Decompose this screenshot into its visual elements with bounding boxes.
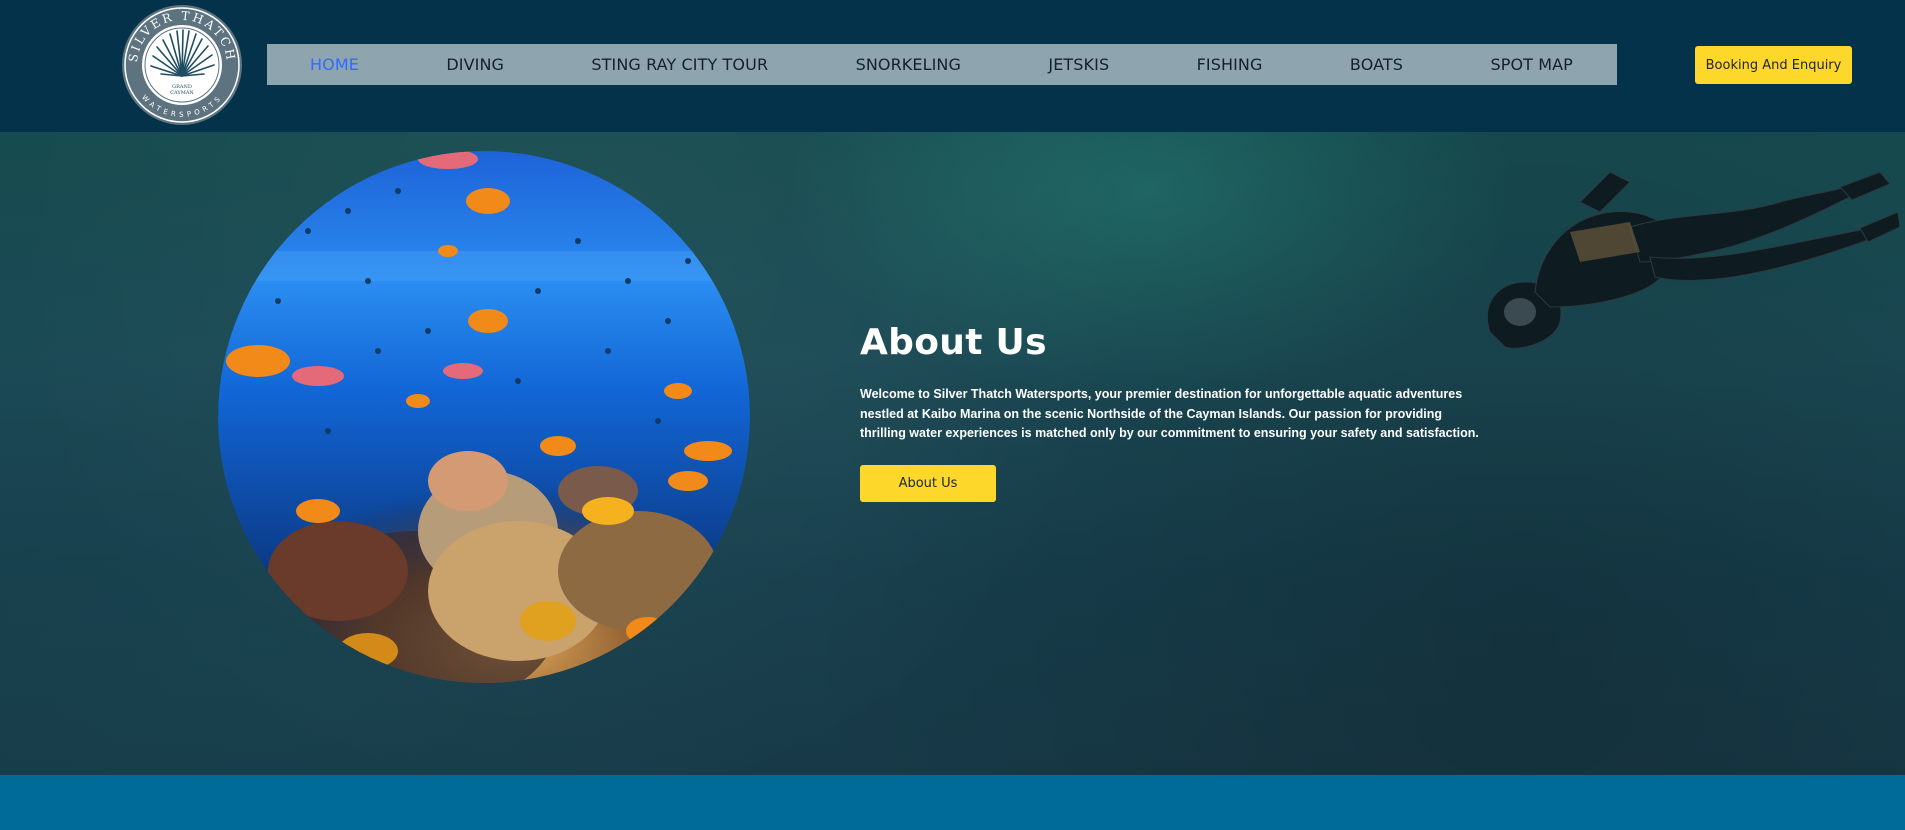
nav-item-home[interactable]: HOME xyxy=(310,55,359,74)
nav-item-diving[interactable]: DIVING xyxy=(446,55,504,74)
nav-item-boats[interactable]: BOATS xyxy=(1350,55,1403,74)
about-us-description: Welcome to Silver Thatch Watersports, yo… xyxy=(860,387,1479,440)
site-header: GRAND CAYMAN SILVER THATCH WATERSPORTS H… xyxy=(0,0,1905,132)
logo-center-line2: CAYMAN xyxy=(170,90,194,96)
silver-thatch-logo[interactable]: GRAND CAYMAN SILVER THATCH WATERSPORTS xyxy=(121,4,243,126)
nav-item-snorkeling[interactable]: SNORKELING xyxy=(856,55,961,74)
scuba-diver-image xyxy=(1486,171,1900,349)
nav-item-fishing[interactable]: FISHING xyxy=(1197,55,1263,74)
main-nav: HOME DIVING STING RAY CITY TOUR SNORKELI… xyxy=(267,44,1617,85)
booking-and-enquiry-button[interactable]: Booking And Enquiry xyxy=(1695,46,1852,84)
about-hero-section: About Us Welcome to Silver Thatch Waters… xyxy=(0,132,1905,775)
next-section-band xyxy=(0,775,1905,830)
nav-item-spot-map[interactable]: SPOT MAP xyxy=(1490,55,1572,74)
nav-item-sting-ray-city-tour[interactable]: STING RAY CITY TOUR xyxy=(591,55,768,74)
nav-item-jetskis[interactable]: JETSKIS xyxy=(1048,55,1109,74)
coral-reef-image xyxy=(218,151,750,683)
about-us-button[interactable]: About Us xyxy=(860,465,996,502)
about-us-heading: About Us xyxy=(860,322,1047,363)
